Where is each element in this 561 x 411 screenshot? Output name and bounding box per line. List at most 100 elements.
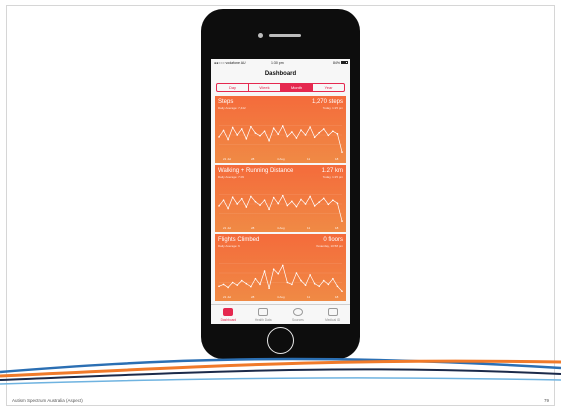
data-point <box>231 126 234 129</box>
data-point <box>259 204 261 206</box>
segment-day[interactable]: Day <box>217 84 249 91</box>
series-line <box>218 264 343 292</box>
data-point <box>222 199 225 201</box>
data-point <box>254 132 257 134</box>
data-point <box>227 207 229 210</box>
camera-icon <box>258 33 263 38</box>
wave-light-blue <box>0 377 561 385</box>
sources-heart-icon <box>292 308 303 316</box>
data-point <box>295 272 298 274</box>
data-point <box>313 282 316 285</box>
x-tick-label: 4 Aug <box>277 226 285 230</box>
x-tick-label: 4 Aug <box>277 157 285 161</box>
data-point <box>268 208 270 211</box>
tab-label: Sources <box>292 318 304 322</box>
data-point <box>250 285 252 288</box>
data-point <box>327 283 330 286</box>
segment-year[interactable]: Year <box>313 84 344 91</box>
medical-id-star-icon <box>327 308 338 316</box>
data-point <box>341 290 343 293</box>
slide: ●●○○○ vodafone AU 1:30 pm 84% Dashboard … <box>0 0 561 411</box>
data-point <box>286 204 289 207</box>
decorative-waves <box>0 357 561 385</box>
data-point <box>222 129 225 132</box>
distance-line-chart <box>218 194 343 222</box>
flights-climbed-card[interactable]: Flights Climbed Daily Average: 6 0 floor… <box>215 234 346 301</box>
data-point <box>263 130 266 132</box>
steps-line-chart <box>218 125 343 153</box>
data-point <box>231 281 234 284</box>
data-point <box>222 283 225 286</box>
clock: 1:30 pm <box>271 61 284 65</box>
data-point <box>336 285 339 288</box>
data-point <box>291 200 293 203</box>
data-point <box>236 284 239 286</box>
tab-sources[interactable]: Sources <box>281 305 316 324</box>
series-line <box>218 194 343 222</box>
data-point <box>277 202 280 205</box>
series-line <box>218 125 343 153</box>
data-point <box>322 197 325 200</box>
data-point <box>341 151 343 153</box>
data-point <box>268 287 270 289</box>
data-point <box>281 194 284 197</box>
data-point <box>327 203 330 206</box>
card-title: Flights Climbed <box>218 237 260 243</box>
card-value: 1,270 steps <box>311 99 343 105</box>
x-tick-label: 21 Jul <box>223 157 232 161</box>
page-title: Dashboard <box>264 71 297 77</box>
data-point <box>268 139 270 142</box>
battery-percent: 84% <box>332 61 340 65</box>
tab-label: Dashboard <box>220 318 237 322</box>
data-point <box>286 135 289 138</box>
iphone-mockup: ●●○○○ vodafone AU 1:30 pm 84% Dashboard … <box>201 9 360 359</box>
data-point <box>250 195 252 198</box>
tab-health-data[interactable]: Health Data <box>246 305 281 324</box>
x-tick-label: 11 <box>307 295 311 299</box>
data-point <box>240 197 243 200</box>
data-point <box>341 220 343 222</box>
data-point <box>313 136 316 139</box>
data-point <box>218 285 220 288</box>
data-point <box>245 206 248 208</box>
data-point <box>304 203 307 205</box>
x-tick-label: 11 <box>307 157 311 161</box>
x-tick-label: 21 Jul <box>223 295 232 299</box>
data-point <box>240 128 243 130</box>
data-point <box>259 134 261 137</box>
data-point <box>291 283 293 286</box>
data-point <box>304 284 307 286</box>
segment-month[interactable]: Month <box>281 84 313 91</box>
carrier-label: ●●○○○ vodafone AU <box>214 61 246 65</box>
data-point <box>313 205 316 207</box>
data-point <box>231 196 234 198</box>
data-point <box>295 205 298 208</box>
data-point <box>272 196 275 199</box>
data-point <box>332 130 334 132</box>
data-point <box>291 131 293 133</box>
battery-icon <box>341 61 348 65</box>
data-point <box>300 129 302 131</box>
steps-card[interactable]: Steps Daily Average: 7,442 1,270 steps T… <box>215 96 346 163</box>
data-point <box>227 286 229 289</box>
segment-week[interactable]: Week <box>249 84 281 91</box>
walking-running-card[interactable]: Walking + Running Distance Daily Average… <box>215 165 346 232</box>
data-point <box>281 264 284 267</box>
data-point <box>300 279 302 282</box>
tab-label: Health Data <box>254 318 272 322</box>
data-point <box>236 134 239 136</box>
card-title: Walking + Running Distance <box>218 168 294 174</box>
data-point <box>250 125 252 128</box>
card-value: 0 floors <box>323 237 343 243</box>
data-point <box>272 268 275 270</box>
x-tick-label: 28 <box>251 226 255 230</box>
data-point <box>245 282 248 285</box>
data-point <box>254 277 257 280</box>
data-point <box>227 138 229 141</box>
data-point <box>304 134 307 136</box>
health-data-icon <box>258 308 269 316</box>
tab-medical-id[interactable]: Medical ID <box>315 305 350 324</box>
data-point <box>218 205 220 207</box>
tab-dashboard[interactable]: Dashboard <box>211 305 246 324</box>
data-point <box>236 203 239 205</box>
